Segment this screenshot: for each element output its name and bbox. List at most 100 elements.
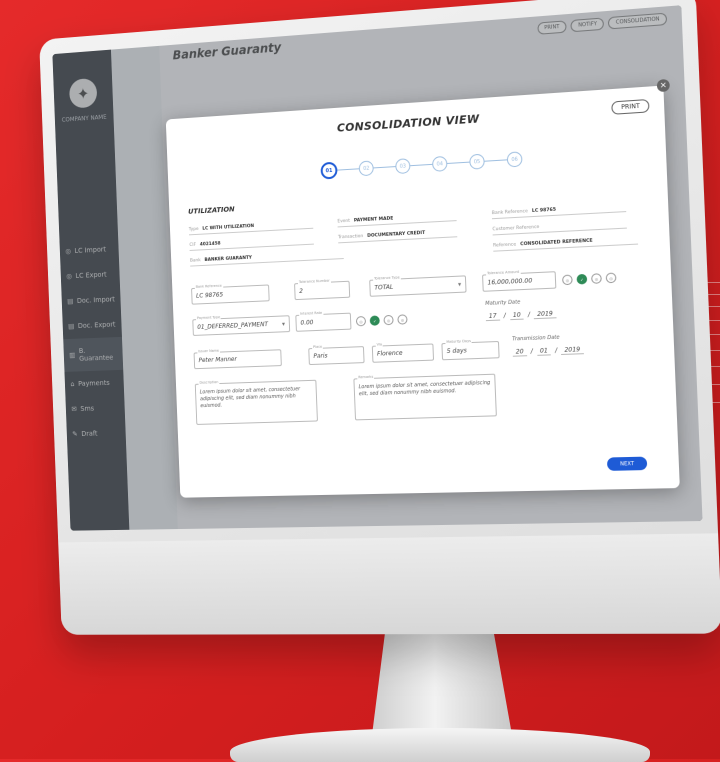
step-3[interactable]: 03 [395,158,410,174]
transmission-date-label: Transmission Date [512,335,560,343]
step-4[interactable]: 04 [432,156,448,172]
maturity-date[interactable]: 17/10/2019 [486,310,557,321]
monitor-base [230,728,650,762]
consolidation-modal: × CONSOLIDATION VIEW PRINT 01 02 03 04 0… [166,86,680,498]
step-line [447,162,469,164]
field-value: 01_DEFERRED_PAYMENT [197,321,268,331]
info-value: CONSOLIDATED REFERENCE [520,239,593,248]
section-title: UTILIZATION [188,205,235,215]
field-label: Tolerance Type [373,275,401,280]
field-label: Interest Rate [299,311,323,316]
date-day[interactable]: 20 [513,348,527,357]
stepper: 01 02 03 04 05 06 [320,150,522,179]
info-key: Bank [190,258,201,263]
date-year[interactable]: 2019 [534,310,556,319]
field-label: Maturity Days [445,339,472,344]
field-label: Payment Type [196,315,221,320]
step-line [374,166,396,168]
monitor-chin [58,533,720,634]
step-line [410,164,432,166]
radio-option[interactable]: ◎ [562,275,573,286]
description-textarea[interactable]: DescriptionLorem ipsum dolor sit amet, c… [195,380,318,425]
bank-reference-field[interactable]: Bank Reference LC 98765 [191,284,270,304]
info-bank: BankBANKER GUARANTY [190,251,344,267]
field-label: Place [312,345,323,349]
next-button[interactable]: NEXT [607,457,647,471]
info-key: Customer Reference [492,225,539,233]
info-key: Event [337,219,350,225]
place-field[interactable]: Place Paris [308,346,364,365]
radio-option[interactable]: ◎ [356,316,366,326]
step-line [337,168,359,170]
maturity-days-field[interactable]: Maturity Days 5 days [441,341,499,360]
amount-options: ◎✓◎◎ [562,273,617,286]
field-value: Peter Manner [198,356,237,364]
info-transaction: Transaction DOCUMENTARY CREDIT [338,229,457,243]
step-5[interactable]: 05 [469,154,485,170]
payment-type-select[interactable]: Payment Type01_DEFERRED_PAYMENT ▼ [192,315,290,336]
field-value: Lorem ipsum dolor sit amet, consectetuer… [200,386,313,410]
date-month[interactable]: 10 [510,311,524,320]
info-value: LC WITH UTILIZATION [202,224,254,232]
date-day[interactable]: 17 [486,312,500,321]
info-value: DOCUMENTARY CREDIT [367,231,425,239]
field-label: Description [198,380,219,385]
info-key: Type [189,227,199,232]
radio-option-selected[interactable]: ✓ [576,274,587,285]
via-field[interactable]: Via Florence [372,343,434,362]
tolerance-amount-field[interactable]: Tolerance Amount16,000,000.00 [482,271,556,292]
field-value: LC 98765 [196,292,223,300]
field-label: Tolerance Amount [486,270,520,276]
info-value: PAYMENT MADE [354,216,394,223]
date-month[interactable]: 01 [537,347,551,356]
info-value: LC 98765 [532,208,556,214]
issuer-name-field[interactable]: Issuer Name Peter Manner [194,349,282,369]
interest-rate-field[interactable]: Interest Rate 0.00 [295,313,351,332]
monitor-screen: Banker Guaranty PRINT NOTIFY CONSOLIDATI… [52,5,702,530]
info-cif: CIF 4021458 [189,237,314,251]
step-6[interactable]: 06 [507,151,523,167]
field-label: Issuer Name [197,349,220,354]
radio-option[interactable]: ◎ [397,314,407,324]
radio-option-selected[interactable]: ✓ [370,315,380,325]
chevron-down-icon: ▼ [458,282,461,287]
print-button[interactable]: PRINT [612,99,650,115]
field-value: TOTAL [374,284,393,292]
field-label: Remarks [357,375,374,380]
radio-option[interactable]: ◎ [383,315,393,325]
field-label: Via [376,342,384,346]
remarks-textarea[interactable]: RemarksLorem ipsum dolor sit amet, conse… [353,374,496,421]
field-value: 0.00 [300,319,313,326]
field-value: Paris [313,352,327,359]
info-key: CIF [189,243,196,248]
radio-option[interactable]: ◎ [606,273,617,284]
info-bank-reference: Bank Reference LC 98765 [492,204,627,219]
step-2[interactable]: 02 [359,160,374,176]
field-value: Florence [377,350,403,358]
transmission-date[interactable]: 20/01/2019 [513,346,584,357]
tolerance-number-field[interactable]: Tolerance Number2 [294,281,350,300]
monitor-stand [372,625,512,735]
info-customer-reference: Customer Reference [492,220,627,235]
step-line [485,159,507,161]
step-1[interactable]: 01 [320,162,337,180]
field-label: Tolerance Number [298,279,331,284]
info-value: BANKER GUARANTY [204,256,252,263]
maturity-date-label: Maturity Date [485,299,520,307]
date-year[interactable]: 2019 [561,346,583,355]
info-key: Reference [493,242,516,248]
info-reference: Reference CONSOLIDATED REFERENCE [493,236,638,251]
info-type: TypeLC WITH UTILIZATION [189,221,314,236]
field-label: Bank Reference [195,284,223,289]
chevron-down-icon: ▼ [282,321,285,326]
field-value: 16,000,000.00 [487,277,532,286]
rate-options: ◎✓◎◎ [356,314,408,326]
info-key: Transaction [338,234,363,240]
field-value: Lorem ipsum dolor sit amet, consectetuer… [359,380,491,398]
info-key: Bank Reference [492,209,528,216]
field-value: 5 days [447,347,467,355]
radio-option[interactable]: ◎ [591,273,602,284]
info-event: Event PAYMENT MADE [337,213,456,227]
tolerance-type-select[interactable]: Tolerance Type TOTAL ▼ [369,275,466,296]
info-value: 4021458 [200,242,221,248]
